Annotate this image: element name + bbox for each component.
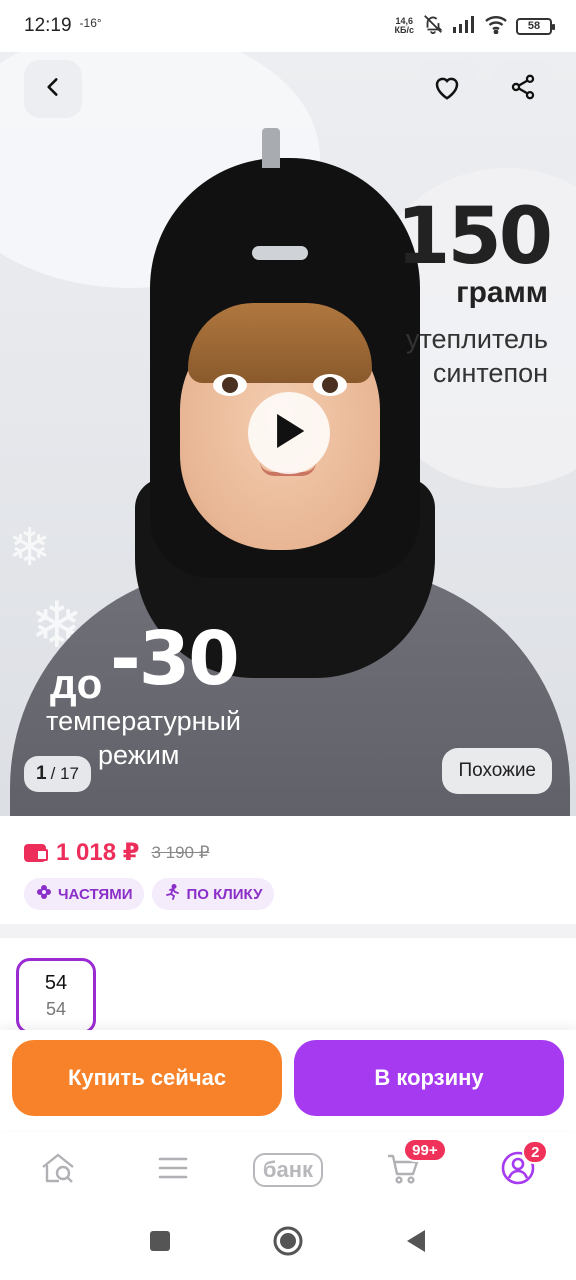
cart-badge: 99+ — [403, 1138, 447, 1162]
status-bar: 12:19 -16° 14,6 КБ/с 58 — [0, 0, 576, 52]
product-photo-eye — [313, 374, 347, 396]
bottom-navigation: банк 99+ 2 — [0, 1134, 576, 1206]
product-photo-tab — [262, 128, 280, 168]
system-back-button[interactable] — [404, 1228, 428, 1259]
battery-indicator: 58 — [516, 17, 555, 35]
chip-one-click[interactable]: ПО КЛИКУ — [152, 878, 275, 910]
profile-badge: 2 — [522, 1140, 549, 1164]
chip-installments[interactable]: ЧАСТЯМИ — [24, 878, 145, 910]
current-price: 1 018 ₽ — [56, 839, 140, 866]
wifi-icon — [484, 14, 508, 39]
promo-filler-line1: утеплитель — [405, 324, 548, 354]
promo-temp-line1: температурный — [46, 706, 241, 736]
promo-weight-unit: грамм — [456, 276, 548, 309]
old-price: 3 190 ₽ — [151, 842, 210, 862]
menu-icon — [157, 1155, 189, 1186]
recent-apps-button[interactable] — [148, 1229, 172, 1258]
wallet-icon — [24, 843, 48, 862]
nav-catalog[interactable] — [133, 1140, 213, 1200]
favorite-button[interactable] — [418, 60, 476, 118]
share-button[interactable] — [494, 60, 552, 118]
price-row: 1 018 ₽ 3 190 ₽ — [24, 838, 210, 867]
size-option-selected[interactable]: 54 54 — [16, 958, 96, 1034]
play-icon — [272, 412, 306, 455]
status-temperature: -16° — [79, 16, 102, 30]
network-speed: 14,6 КБ/с — [395, 17, 414, 35]
status-time: 12:19 — [24, 15, 72, 36]
play-video-button[interactable] — [248, 392, 330, 474]
promo-temp-prefix: до — [50, 660, 103, 707]
mute-icon — [422, 13, 444, 40]
gallery-counter-total: / 17 — [50, 764, 79, 783]
heart-icon — [432, 73, 462, 106]
home-button[interactable] — [272, 1225, 304, 1262]
promo-filler-line2: синтепон — [432, 358, 548, 388]
nav-profile[interactable]: 2 — [478, 1140, 558, 1200]
gallery-counter: 1 / 17 — [24, 756, 91, 792]
snowflake-icon: ❄ — [8, 519, 52, 577]
promo-temp-value: -30 — [110, 616, 240, 702]
share-icon — [509, 73, 537, 106]
home-search-icon — [39, 1151, 77, 1190]
flower-icon — [36, 884, 52, 904]
product-photo-hair — [188, 303, 372, 383]
back-button[interactable] — [24, 60, 82, 118]
add-to-cart-button[interactable]: В корзину — [294, 1040, 564, 1116]
product-gallery[interactable]: ❄ ❄ 150 грамм утеплитель синтепон до -30… — [0, 48, 576, 816]
similar-button[interactable]: Похожие — [442, 748, 552, 794]
bank-logo: банк — [252, 1153, 324, 1187]
chip-installments-label: ЧАСТЯМИ — [58, 885, 133, 903]
signal-icon — [452, 15, 476, 38]
running-icon — [164, 883, 180, 904]
payment-chips: ЧАСТЯМИ ПО КЛИКУ — [24, 878, 275, 910]
buy-now-button[interactable]: Купить сейчас — [12, 1040, 282, 1116]
chevron-left-icon — [40, 74, 66, 105]
nav-home[interactable] — [18, 1140, 98, 1200]
system-navigation — [0, 1206, 576, 1280]
gallery-counter-current: 1 — [36, 763, 47, 784]
size-option-sub: 54 — [45, 999, 67, 1019]
chip-one-click-label: ПО КЛИКУ — [186, 885, 263, 903]
size-option-value: 54 — [44, 972, 68, 994]
status-indicators: 14,6 КБ/с 58 — [395, 13, 555, 40]
section-divider — [0, 924, 576, 938]
nav-bank[interactable]: банк — [248, 1140, 328, 1200]
promo-weight-value: 150 — [396, 192, 553, 282]
promo-temp-line2: режим — [98, 740, 180, 770]
nav-cart[interactable]: 99+ — [363, 1138, 447, 1200]
network-speed-unit: КБ/с — [394, 25, 414, 35]
product-photo-eye — [213, 374, 247, 396]
product-photo-label — [252, 246, 308, 260]
